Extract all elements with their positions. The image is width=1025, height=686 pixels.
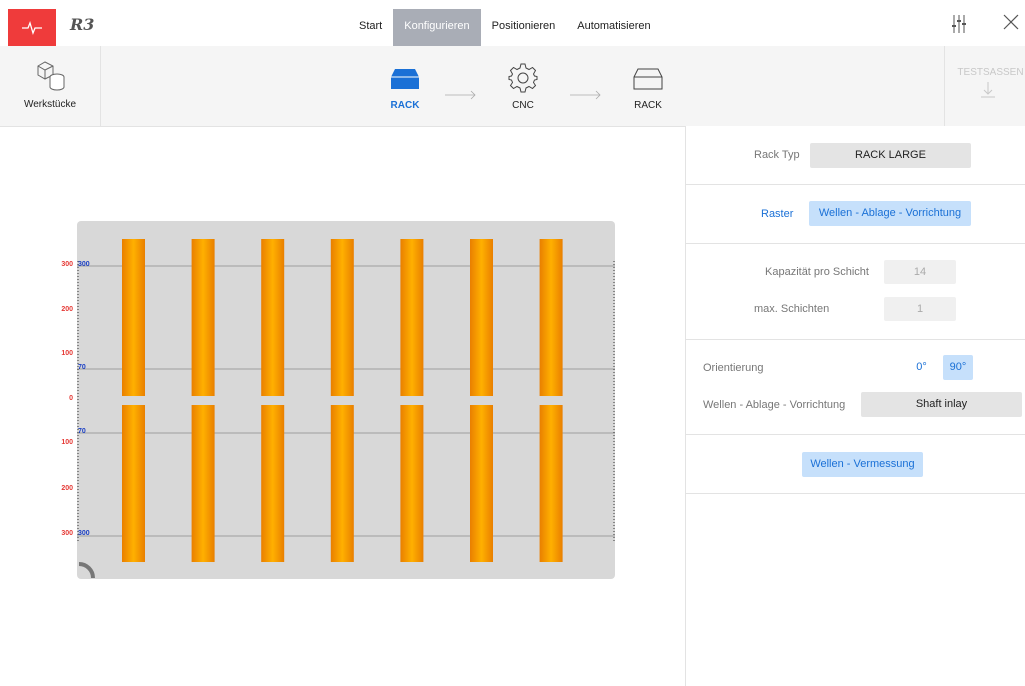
brand-logo: R3 bbox=[70, 15, 95, 34]
heartbeat-logo[interactable] bbox=[8, 9, 56, 46]
shaft-slot bbox=[539, 239, 563, 396]
raster-select[interactable]: Wellen - Ablage - Vorrichtung bbox=[809, 201, 971, 226]
workpieces-button[interactable]: Werkstücke bbox=[0, 46, 101, 126]
axis-tick-label: 200 bbox=[61, 306, 73, 313]
measure-section: Wellen - Vermessung bbox=[686, 434, 1025, 494]
shaft-slot bbox=[400, 405, 424, 562]
top-bar: R3 Start Konfigurieren Positionieren Aut… bbox=[0, 0, 1025, 47]
shaft-slot bbox=[261, 239, 285, 396]
orientation-section: Orientierung 0° 90° Wellen - Ablage - Vo… bbox=[686, 339, 1025, 435]
rack-filled-icon bbox=[391, 69, 419, 89]
heartbeat-icon bbox=[22, 20, 42, 35]
axis-tick-label: 300 bbox=[61, 530, 73, 537]
grid-tick-label: 300 bbox=[78, 530, 90, 537]
test-button[interactable]: TESTSASSEN bbox=[944, 46, 1025, 126]
shaft-slot bbox=[191, 239, 215, 396]
fixture-label: Wellen - Ablage - Vorrichtung bbox=[703, 399, 846, 411]
shaft-slot bbox=[470, 239, 493, 396]
rack-grid bbox=[77, 239, 615, 579]
workflow-bar: Werkstücke RACK CNC RACK TESTSASSEN bbox=[0, 46, 1025, 127]
step-label: CNC bbox=[512, 100, 534, 111]
shaft-slot bbox=[330, 239, 354, 396]
shaft-slot bbox=[470, 405, 493, 562]
shaft-slot bbox=[122, 405, 145, 562]
grid-tick-label: 70 bbox=[78, 428, 86, 435]
layers-field: 1 bbox=[884, 297, 956, 321]
tab-positionieren[interactable]: Positionieren bbox=[481, 9, 567, 46]
step-rack-target[interactable]: RACK bbox=[618, 46, 678, 126]
orientation-label: Orientierung bbox=[703, 362, 764, 374]
axis-tick-label: 100 bbox=[61, 439, 73, 446]
origin-marker-icon bbox=[78, 562, 95, 579]
rack-type-section: Rack Typ RACK LARGE bbox=[686, 126, 1025, 185]
shaft-slot bbox=[122, 239, 145, 396]
capacity-label: Kapazität pro Schicht bbox=[765, 266, 869, 278]
fixture-select[interactable]: Shaft inlay bbox=[861, 392, 1022, 417]
orientation-0-button[interactable]: 0° bbox=[909, 355, 934, 380]
capacity-section: Kapazität pro Schicht 14 max. Schichten … bbox=[686, 243, 1025, 340]
axis-tick-label: 0 bbox=[69, 395, 73, 402]
axis-tick-label: 300 bbox=[61, 261, 73, 268]
main-nav: Start Konfigurieren Positionieren Automa… bbox=[348, 9, 662, 46]
grid-tick-label: 70 bbox=[78, 364, 86, 371]
tab-konfigurieren[interactable]: Konfigurieren bbox=[393, 9, 481, 46]
download-icon bbox=[981, 82, 995, 98]
step-label: RACK bbox=[634, 100, 662, 111]
arrow-right-icon bbox=[570, 90, 601, 100]
grid-tick-label: 300 bbox=[78, 261, 90, 268]
orientation-90-button[interactable]: 90° bbox=[943, 355, 973, 380]
capacity-field: 14 bbox=[884, 260, 956, 284]
config-panel: Rack Typ RACK LARGE Raster Wellen - Abla… bbox=[685, 126, 1025, 686]
raster-label: Raster bbox=[761, 208, 794, 220]
rack-canvas[interactable]: 300 200 100 0 100 200 300 300 70 70 300 bbox=[61, 221, 615, 579]
layers-label: max. Schichten bbox=[754, 303, 830, 315]
sliders-icon[interactable] bbox=[950, 14, 968, 34]
step-rack-source[interactable]: RACK bbox=[375, 46, 435, 126]
measure-button[interactable]: Wellen - Vermessung bbox=[802, 452, 923, 477]
gear-icon bbox=[508, 63, 538, 93]
test-label: TESTSASSEN bbox=[957, 67, 1024, 78]
shaft-slot bbox=[539, 405, 563, 562]
axis-tick-label: 200 bbox=[61, 485, 73, 492]
axis-tick-label: 100 bbox=[61, 350, 73, 357]
raster-section: Raster Wellen - Ablage - Vorrichtung bbox=[686, 184, 1025, 244]
shaft-slot bbox=[400, 239, 424, 396]
rack-type-label: Rack Typ bbox=[754, 149, 800, 161]
rack-type-select[interactable]: RACK LARGE bbox=[810, 143, 971, 168]
shaft-slot bbox=[330, 405, 354, 562]
shaft-slot bbox=[191, 405, 215, 562]
shaft-slot bbox=[261, 405, 285, 562]
workpieces-label: Werkstücke bbox=[23, 99, 77, 110]
close-icon[interactable] bbox=[1003, 14, 1019, 30]
workpieces-icon bbox=[37, 61, 65, 91]
arrow-right-icon bbox=[445, 90, 476, 100]
step-cnc[interactable]: CNC bbox=[493, 46, 553, 126]
tab-start[interactable]: Start bbox=[348, 9, 393, 46]
step-label: RACK bbox=[390, 100, 420, 111]
rack-outline-icon bbox=[633, 68, 663, 90]
tab-automatisieren[interactable]: Automatisieren bbox=[566, 9, 661, 46]
